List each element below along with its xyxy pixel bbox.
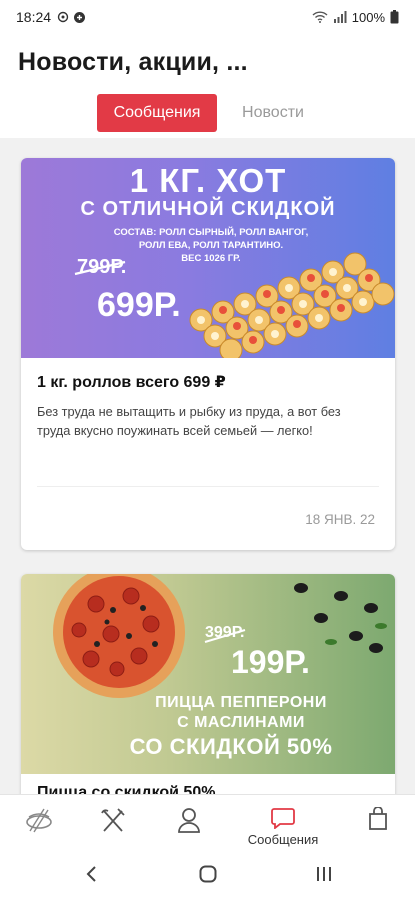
status-right: 100%: [312, 10, 399, 25]
sushi-platter-illustration: [189, 252, 395, 358]
nav-item-sushi[interactable]: [14, 795, 64, 855]
nav-item-menu[interactable]: [90, 795, 136, 855]
news-feed[interactable]: 1 КГ. ХОТ С ОТЛИЧНОЙ СКИДКОЙ СОСТАВ: РОЛ…: [0, 138, 415, 794]
banner-subtitle: С ОТЛИЧНОЙ СКИДКОЙ: [80, 198, 336, 220]
back-icon[interactable]: [84, 864, 100, 884]
divider: [37, 486, 379, 487]
banner-new-price: 699Р.: [97, 286, 181, 324]
post-title: 1 кг. роллов всего 699 ₽: [37, 374, 226, 391]
bottom-nav: Сообщения: [0, 794, 415, 854]
status-notification-icons: [57, 11, 86, 24]
sushi-icon: [26, 808, 52, 833]
battery-percent: 100%: [351, 9, 385, 25]
post-card[interactable]: 399Р. 199Р. ПИЦЦА ПЕППЕРОНИ С МАСЛИНАМИ …: [21, 574, 395, 794]
nav-item-messages[interactable]: Сообщения: [233, 795, 333, 855]
fork-knife-icon: [101, 808, 125, 832]
person-icon: [178, 808, 200, 833]
signal-icon: [333, 11, 347, 23]
pizza-illustration: [53, 574, 185, 698]
status-bar: 18:24 100%: [0, 0, 415, 34]
banner-title: 1 КГ. ХОТ: [129, 162, 287, 199]
banner-line: С МАСЛИНАМИ: [177, 714, 305, 731]
tab-news[interactable]: Новости: [230, 94, 316, 132]
nav-item-cart[interactable]: [358, 795, 398, 855]
banner-line: ПИЦЦА ПЕППЕРОНИ: [155, 694, 327, 711]
bag-icon: [369, 807, 387, 830]
chat-icon: [271, 808, 295, 829]
system-nav-bar: [0, 854, 415, 900]
wifi-icon: [312, 11, 328, 23]
post-title: Пицца со скидкой 50%: [37, 784, 216, 794]
recents-icon[interactable]: [314, 864, 334, 884]
tab-messages[interactable]: Сообщения: [97, 94, 217, 132]
post-card[interactable]: 1 КГ. ХОТ С ОТЛИЧНОЙ СКИДКОЙ СОСТАВ: РОЛ…: [21, 158, 395, 550]
nav-item-profile[interactable]: [166, 795, 212, 855]
home-icon[interactable]: [198, 864, 218, 884]
nav-label-messages: Сообщения: [247, 832, 319, 847]
post-text: Без труда не вытащить и рыбку из пруда, …: [37, 404, 341, 438]
page-header: Новости, акции, ... Сообщения Новости: [0, 34, 415, 138]
battery-icon: [390, 10, 399, 24]
post-banner-image: 399Р. 199Р. ПИЦЦА ПЕППЕРОНИ С МАСЛИНАМИ …: [21, 574, 395, 774]
app-notification-icon: [74, 11, 86, 23]
banner-new-price: 199Р.: [231, 644, 310, 680]
status-time: 18:24: [16, 9, 52, 25]
strike-line-icon: [74, 260, 126, 276]
post-banner-image: 1 КГ. ХОТ С ОТЛИЧНОЙ СКИДКОЙ СОСТАВ: РОЛ…: [21, 158, 395, 358]
strike-line-icon: [204, 629, 246, 643]
circle-notification-icon: [57, 11, 69, 23]
banner-line: СО СКИДКОЙ 50%: [129, 734, 333, 759]
post-date: 18 ЯНВ. 22: [305, 512, 375, 527]
page-title: Новости, акции, ...: [18, 48, 248, 76]
